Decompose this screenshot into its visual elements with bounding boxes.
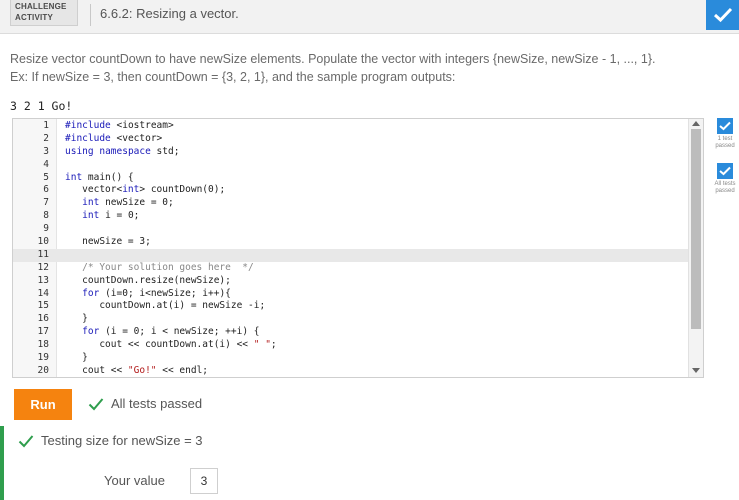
- code-text[interactable]: }: [65, 313, 88, 326]
- code-line[interactable]: 4: [13, 159, 689, 172]
- line-number: 19: [37, 352, 49, 364]
- code-text[interactable]: #include <iostream>: [65, 120, 174, 133]
- code-line[interactable]: 2 #include <vector>: [13, 133, 689, 146]
- code-text[interactable]: int i = 0;: [65, 210, 139, 223]
- line-number: 4: [43, 158, 49, 170]
- code-text[interactable]: int main() {: [65, 172, 134, 185]
- code-editor[interactable]: 1 #include <iostream> 2 #include <vector> 3 u…: [12, 118, 704, 378]
- line-number: 3: [43, 145, 49, 157]
- line-number: 6: [43, 184, 49, 196]
- checkmark-icon: [18, 434, 34, 447]
- code-text[interactable]: int newSize = 0;: [65, 197, 174, 210]
- code-text[interactable]: }: [65, 352, 88, 365]
- challenge-activity-badge: CHALLENGE ACTIVITY: [10, 0, 78, 26]
- code-line[interactable]: 1 #include <iostream>: [13, 120, 689, 133]
- activity-title: 6.6.2: Resizing a vector.: [100, 6, 239, 21]
- your-value-label: Your value: [104, 473, 165, 488]
- code-text[interactable]: newSize = 3;: [65, 236, 151, 249]
- code-line[interactable]: 12 /* Your solution goes here */: [13, 262, 689, 275]
- scroll-up-icon[interactable]: [692, 121, 700, 126]
- line-number: 1: [43, 120, 49, 131]
- completed-check-icon: [706, 0, 739, 30]
- code-text[interactable]: for (i=0; i<newSize; i++){: [65, 288, 231, 301]
- side-test-label: All tests passed: [714, 181, 736, 194]
- line-number: 9: [43, 223, 49, 235]
- code-line[interactable]: 7 int newSize = 0;: [13, 197, 689, 210]
- code-text[interactable]: vector<int> countDown(0);: [65, 184, 225, 197]
- side-test-2: All tests passed: [712, 163, 738, 195]
- line-number: 13: [37, 274, 49, 286]
- instructions-text: Resize vector countDown to have newSize …: [10, 52, 656, 84]
- scroll-thumb[interactable]: [691, 129, 701, 329]
- code-text[interactable]: cout << "Go!" << endl;: [65, 365, 208, 377]
- line-number: 14: [37, 287, 49, 299]
- code-line[interactable]: 6 vector<int> countDown(0);: [13, 184, 689, 197]
- code-text[interactable]: /* Your solution goes here */: [65, 262, 254, 275]
- your-value-box: 3: [190, 468, 218, 494]
- code-text[interactable]: cout << countDown.at(i) << " ";: [65, 339, 276, 352]
- test-case-row: Testing size for newSize = 3: [18, 433, 203, 448]
- code-line[interactable]: 10 newSize = 3;: [13, 236, 689, 249]
- line-number: 12: [37, 261, 49, 273]
- line-number: 16: [37, 313, 49, 325]
- code-text[interactable]: #include <vector>: [65, 133, 162, 146]
- badge-line-1: CHALLENGE: [15, 2, 67, 11]
- code-line[interactable]: 9: [13, 223, 689, 236]
- code-text[interactable]: using namespace std;: [65, 146, 179, 159]
- line-number: 8: [43, 210, 49, 222]
- code-line[interactable]: 14 for (i=0; i<newSize; i++){: [13, 288, 689, 301]
- test-status: All tests passed: [88, 396, 202, 411]
- status-text: All tests passed: [111, 396, 203, 411]
- test-passed-check-icon: [717, 118, 733, 134]
- line-number: 18: [37, 339, 49, 351]
- code-line[interactable]: 17 for (i = 0; i < newSize; ++i) {: [13, 326, 689, 339]
- code-lines[interactable]: 1 #include <iostream> 2 #include <vector> 3 u…: [13, 120, 689, 377]
- sample-output: 3 2 1 Go!: [10, 99, 73, 113]
- code-text[interactable]: for (i = 0; i < newSize; ++i) {: [65, 326, 259, 339]
- run-button[interactable]: Run: [14, 389, 72, 420]
- code-text[interactable]: countDown.resize(newSize);: [65, 275, 231, 288]
- line-number: 5: [43, 171, 49, 183]
- code-line[interactable]: 5 int main() {: [13, 172, 689, 185]
- header-divider: [90, 4, 91, 26]
- side-test-1: 1 test passed: [712, 118, 738, 150]
- code-line[interactable]: 18 cout << countDown.at(i) << " ";: [13, 339, 689, 352]
- test-passed-check-icon: [717, 163, 733, 179]
- code-line[interactable]: 3 using namespace std;: [13, 146, 689, 159]
- test-result-bar: [0, 426, 4, 500]
- code-line[interactable]: 13 countDown.resize(newSize);: [13, 275, 689, 288]
- activity-header: CHALLENGE ACTIVITY 6.6.2: Resizing a vec…: [0, 0, 739, 34]
- line-number: 7: [43, 197, 49, 209]
- code-line[interactable]: 16 }: [13, 313, 689, 326]
- code-text[interactable]: countDown.at(i) = newSize -i;: [65, 300, 265, 313]
- code-line[interactable]: 20 cout << "Go!" << endl;: [13, 364, 689, 377]
- line-number: 2: [43, 132, 49, 144]
- scroll-down-icon[interactable]: [692, 368, 700, 373]
- editor-scrollbar[interactable]: [688, 119, 703, 377]
- code-line[interactable]: 15 countDown.at(i) = newSize -i;: [13, 300, 689, 313]
- badge-line-2: ACTIVITY: [15, 13, 54, 22]
- line-number: 20: [37, 364, 49, 376]
- line-number: 11: [37, 248, 49, 260]
- line-number: 17: [37, 326, 49, 338]
- code-line[interactable]: 8 int i = 0;: [13, 210, 689, 223]
- line-number: 15: [37, 300, 49, 312]
- line-number: 10: [37, 236, 49, 248]
- checkmark-icon: [88, 397, 104, 410]
- side-test-label: 1 test passed: [715, 136, 735, 149]
- code-line[interactable]: 19 }: [13, 352, 689, 365]
- test-case-text: Testing size for newSize = 3: [41, 433, 203, 448]
- code-line[interactable]: 11: [13, 248, 689, 262]
